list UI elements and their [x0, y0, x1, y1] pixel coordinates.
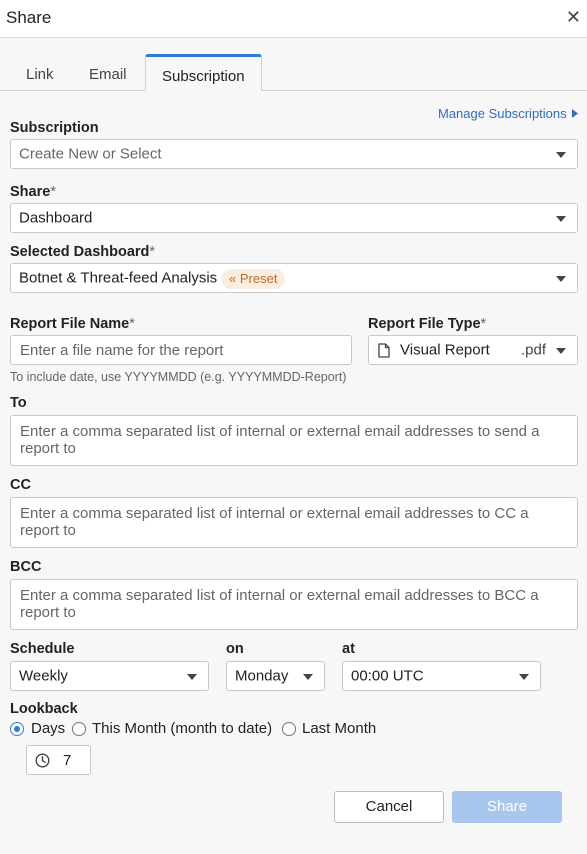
dialog-header: Share ✕: [0, 0, 587, 38]
day-value: Monday: [235, 667, 289, 685]
lookback-days-radio[interactable]: [10, 722, 24, 736]
report-type-label-text: Report File Type: [368, 316, 481, 332]
schedule-select[interactable]: Weekly: [10, 661, 209, 691]
share-value: Dashboard: [19, 209, 93, 227]
report-name-placeholder: Enter a file name for the report: [20, 342, 224, 359]
time-value: 00:00 UTC: [351, 667, 424, 685]
manage-subscriptions-label: Manage Subscriptions: [438, 106, 567, 121]
chevron-down-icon: [556, 216, 566, 222]
day-select[interactable]: Monday: [226, 661, 325, 691]
cc-label: CC: [10, 477, 31, 493]
close-icon[interactable]: ✕: [566, 7, 581, 28]
report-name-hint: To include date, use YYYYMMDD (e.g. YYYY…: [10, 370, 347, 384]
dashboard-label-text: Selected Dashboard: [10, 244, 150, 260]
clock-icon: [35, 753, 50, 768]
bcc-label: BCC: [10, 559, 42, 575]
required-marker: *: [129, 316, 135, 332]
report-name-label: Report File Name*: [10, 316, 135, 332]
dashboard-select[interactable]: Botnet & Threat-feed Analysis « Preset: [10, 263, 578, 293]
lookback-last-month-label[interactable]: Last Month: [302, 720, 376, 737]
report-type-select[interactable]: Visual Report .pdf: [368, 335, 578, 365]
dashboard-label: Selected Dashboard*: [10, 244, 155, 260]
dialog-title: Share: [6, 8, 52, 27]
on-label: on: [226, 641, 244, 657]
report-type-value: Visual Report: [400, 341, 490, 359]
share-select[interactable]: Dashboard: [10, 203, 578, 233]
lookback-this-month-radio[interactable]: [72, 722, 86, 736]
chevrons-left-icon: «: [229, 271, 237, 286]
report-name-label-text: Report File Name: [10, 316, 130, 332]
cancel-button[interactable]: Cancel: [334, 791, 444, 823]
preset-label: Preset: [239, 271, 278, 286]
tab-email[interactable]: Email: [89, 66, 127, 83]
report-type-extension: .pdf: [521, 341, 547, 359]
at-label: at: [342, 641, 355, 657]
file-icon: [378, 343, 390, 358]
to-label: To: [10, 395, 27, 411]
cc-placeholder: Enter a comma separated list of internal…: [20, 505, 529, 539]
subscription-value: Create New or Select: [19, 145, 162, 163]
lookback-days-label[interactable]: Days: [31, 720, 65, 737]
subscription-select[interactable]: Create New or Select: [10, 139, 578, 169]
required-marker: *: [149, 244, 156, 260]
chevron-down-icon: [556, 348, 566, 354]
required-marker: *: [50, 184, 56, 200]
tab-link[interactable]: Link: [26, 66, 54, 83]
cc-email-field[interactable]: Enter a comma separated list of internal…: [10, 497, 578, 548]
chevron-down-icon: [556, 276, 566, 282]
manage-subscriptions-link[interactable]: Manage Subscriptions: [438, 106, 579, 121]
to-email-field[interactable]: Enter a comma separated list of internal…: [10, 415, 578, 466]
chevron-down-icon: [556, 152, 566, 158]
lookback-label: Lookback: [10, 701, 78, 717]
report-name-input[interactable]: Enter a file name for the report: [10, 335, 352, 365]
days-value: 7: [63, 752, 72, 769]
tab-bar: Link Email Subscription: [0, 54, 587, 91]
report-type-label: Report File Type*: [368, 316, 486, 332]
lookback-this-month-label[interactable]: This Month (month to date): [92, 720, 272, 737]
subscription-label: Subscription: [10, 120, 99, 136]
dialog-body: Link Email Subscription Manage Subscript…: [0, 38, 587, 854]
bcc-placeholder: Enter a comma separated list of internal…: [20, 587, 539, 621]
days-input[interactable]: 7: [26, 745, 91, 775]
required-marker: *: [480, 316, 487, 332]
to-placeholder: Enter a comma separated list of internal…: [20, 423, 540, 457]
preset-badge: « Preset: [221, 269, 286, 289]
share-label-text: Share: [10, 184, 51, 200]
schedule-label: Schedule: [10, 641, 75, 657]
chevron-down-icon: [187, 674, 197, 680]
schedule-value: Weekly: [19, 667, 68, 685]
share-label: Share*: [10, 184, 56, 200]
caret-right-icon: [572, 109, 579, 118]
bcc-email-field[interactable]: Enter a comma separated list of internal…: [10, 579, 578, 630]
chevron-down-icon: [519, 674, 529, 680]
time-select[interactable]: 00:00 UTC: [342, 661, 541, 691]
lookback-last-month-radio[interactable]: [282, 722, 296, 736]
chevron-down-icon: [303, 674, 313, 680]
dashboard-value: Botnet & Threat-feed Analysis: [19, 269, 218, 287]
share-button[interactable]: Share: [452, 791, 562, 823]
tab-subscription[interactable]: Subscription: [145, 54, 262, 91]
